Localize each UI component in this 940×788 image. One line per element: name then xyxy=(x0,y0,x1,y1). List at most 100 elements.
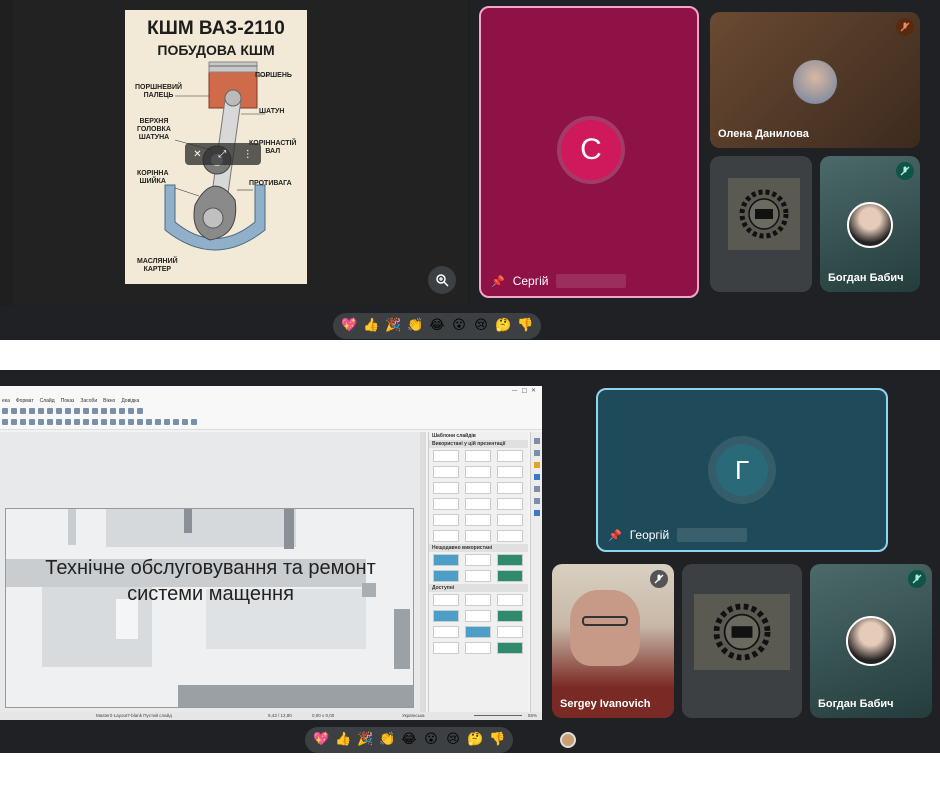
template-thumbnail[interactable] xyxy=(465,642,491,654)
fullscreen-icon[interactable]: ⤢ xyxy=(218,149,226,160)
styles-tab-icon[interactable] xyxy=(534,486,540,492)
template-thumbnail[interactable] xyxy=(433,514,459,526)
thumbs-up-icon[interactable]: 👍 xyxy=(335,732,351,748)
menu-item[interactable]: Формат xyxy=(16,398,34,404)
participant-tile[interactable]: Богдан Бабич xyxy=(820,156,920,292)
template-thumbnail[interactable] xyxy=(433,554,459,566)
toolbar-button[interactable] xyxy=(137,419,143,425)
toolbar-button[interactable] xyxy=(119,419,125,425)
toolbar-button[interactable] xyxy=(101,419,107,425)
tears-of-joy-icon[interactable]: 😂 xyxy=(429,318,445,334)
template-thumbnail[interactable] xyxy=(465,594,491,606)
template-thumbnail[interactable] xyxy=(433,450,459,462)
toolbar-button[interactable] xyxy=(173,419,179,425)
surprised-icon[interactable]: 😮 xyxy=(451,318,467,334)
menu-item[interactable]: Засоби xyxy=(80,398,97,404)
toolbar-button[interactable] xyxy=(2,419,8,425)
menu-item[interactable]: ека xyxy=(2,398,10,404)
clapping-hands-icon[interactable]: 👏 xyxy=(407,318,423,334)
sparkling-heart-icon[interactable]: 💖 xyxy=(313,732,329,748)
toolbar-button[interactable] xyxy=(191,419,197,425)
unpin-icon[interactable]: ✕ xyxy=(193,149,201,160)
template-thumbnail[interactable] xyxy=(497,554,523,566)
animation-tab-icon[interactable] xyxy=(534,462,540,468)
tears-of-joy-icon[interactable]: 😂 xyxy=(401,732,417,748)
toolbar-button[interactable] xyxy=(11,419,17,425)
toolbar-button[interactable] xyxy=(74,419,80,425)
template-thumbnail[interactable] xyxy=(433,498,459,510)
thumbs-up-icon[interactable]: 👍 xyxy=(363,318,379,334)
participant-tile[interactable]: Богдан Бабич xyxy=(810,564,932,718)
toolbar-button[interactable] xyxy=(164,419,170,425)
clapping-hands-icon[interactable]: 👏 xyxy=(379,732,395,748)
toolbar-button[interactable] xyxy=(11,408,17,414)
skin-tone-picker[interactable] xyxy=(560,732,576,748)
toolbar-button[interactable] xyxy=(29,408,35,414)
crying-icon[interactable]: 😢 xyxy=(473,318,489,334)
template-thumbnail[interactable] xyxy=(465,482,491,494)
pin-icon[interactable]: 📌 xyxy=(491,275,505,288)
thinking-icon[interactable]: 🤔 xyxy=(495,318,511,334)
template-thumbnail[interactable] xyxy=(497,594,523,606)
toolbar-button[interactable] xyxy=(29,419,35,425)
slide-transition-tab-icon[interactable] xyxy=(534,450,540,456)
template-thumbnail[interactable] xyxy=(433,642,459,654)
toolbar-button[interactable] xyxy=(74,408,80,414)
slide-preview[interactable]: Технічне обслуговування та ремонт систем… xyxy=(5,508,414,708)
master-slides-tab-icon[interactable] xyxy=(534,474,540,480)
slide-title[interactable]: Технічне обслуговування та ремонт систем… xyxy=(6,555,413,607)
navigator-tab-icon[interactable] xyxy=(534,510,540,516)
vertical-scrollbar[interactable] xyxy=(420,432,426,712)
participant-tile[interactable] xyxy=(710,156,812,292)
template-thumbnail[interactable] xyxy=(465,570,491,582)
thumbs-down-icon[interactable]: 👎 xyxy=(489,732,505,748)
template-thumbnail[interactable] xyxy=(497,498,523,510)
template-thumbnail[interactable] xyxy=(465,498,491,510)
pin-icon[interactable]: 📌 xyxy=(608,529,622,542)
thinking-icon[interactable]: 🤔 xyxy=(467,732,483,748)
template-thumbnail[interactable] xyxy=(497,450,523,462)
menu-item[interactable]: Слайд xyxy=(40,398,55,404)
more-options-icon[interactable]: ⋮ xyxy=(243,149,253,160)
party-popper-icon[interactable]: 🎉 xyxy=(357,732,373,748)
toolbar-button[interactable] xyxy=(182,419,188,425)
toolbar-button[interactable] xyxy=(2,408,8,414)
template-thumbnail[interactable] xyxy=(497,610,523,622)
toolbar-button[interactable] xyxy=(119,408,125,414)
menu-item[interactable]: Показ xyxy=(61,398,75,404)
toolbar-button[interactable] xyxy=(56,419,62,425)
properties-tab-icon[interactable] xyxy=(534,438,540,444)
toolbar-button[interactable] xyxy=(83,408,89,414)
toolbar-button[interactable] xyxy=(65,408,71,414)
surprised-icon[interactable]: 😮 xyxy=(423,732,439,748)
crying-icon[interactable]: 😢 xyxy=(445,732,461,748)
status-zoom[interactable]: 55% xyxy=(528,712,537,720)
toolbar-button[interactable] xyxy=(20,408,26,414)
template-thumbnail[interactable] xyxy=(497,466,523,478)
toolbar-button[interactable] xyxy=(56,408,62,414)
template-thumbnail[interactable] xyxy=(433,482,459,494)
template-thumbnail[interactable] xyxy=(433,530,459,542)
template-thumbnail[interactable] xyxy=(433,594,459,606)
toolbar-button[interactable] xyxy=(65,419,71,425)
toolbar-button[interactable] xyxy=(146,419,152,425)
toolbar-button[interactable] xyxy=(137,408,143,414)
participant-tile[interactable]: Олена Данилова xyxy=(710,12,920,148)
template-thumbnail[interactable] xyxy=(433,466,459,478)
participant-tile[interactable] xyxy=(682,564,802,718)
toolbar-button[interactable] xyxy=(38,419,44,425)
toolbar-button[interactable] xyxy=(83,419,89,425)
toolbar-button[interactable] xyxy=(110,408,116,414)
sparkling-heart-icon[interactable]: 💖 xyxy=(341,318,357,334)
template-thumbnail[interactable] xyxy=(465,466,491,478)
template-thumbnail[interactable] xyxy=(433,610,459,622)
template-thumbnail[interactable] xyxy=(497,530,523,542)
template-thumbnail[interactable] xyxy=(497,570,523,582)
template-thumbnail[interactable] xyxy=(433,570,459,582)
toolbar-button[interactable] xyxy=(47,419,53,425)
status-language[interactable]: Українська xyxy=(402,712,425,720)
toolbar-button[interactable] xyxy=(92,408,98,414)
toolbar-button[interactable] xyxy=(20,419,26,425)
menu-item[interactable]: Довідка xyxy=(121,398,139,404)
menu-item[interactable]: Вікно xyxy=(103,398,115,404)
